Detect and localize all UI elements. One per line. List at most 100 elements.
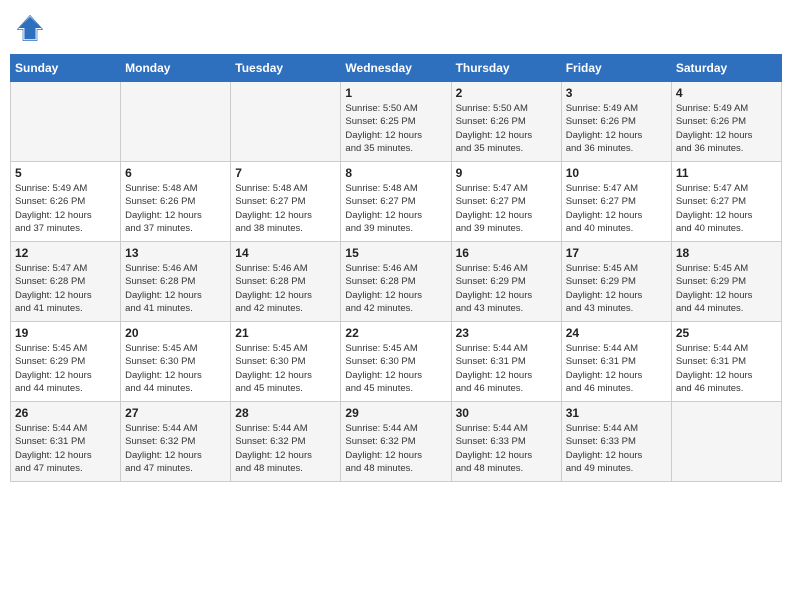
calendar-cell: 26 Sunrise: 5:44 AMSunset: 6:31 PMDayligh… (11, 402, 121, 482)
weekday-header: Tuesday (231, 55, 341, 82)
day-info: Sunrise: 5:45 AMSunset: 6:29 PMDaylight:… (15, 342, 116, 395)
calendar-week-row: 12 Sunrise: 5:47 AMSunset: 6:28 PMDayligh… (11, 242, 782, 322)
calendar-cell: 30Sunrise: 5:44 AMSunset: 6:33 PMDayligh… (451, 402, 561, 482)
day-number: 8 (345, 166, 446, 180)
calendar-cell (231, 82, 341, 162)
weekday-header: Friday (561, 55, 671, 82)
calendar-week-row: 1Sunrise: 5:50 AMSunset: 6:25 PMDaylight… (11, 82, 782, 162)
day-info: Sunrise: 5:46 AMSunset: 6:28 PMDaylight:… (235, 262, 336, 315)
day-number: 11 (676, 166, 777, 180)
day-info: Sunrise: 5:48 AMSunset: 6:26 PMDaylight:… (125, 182, 226, 235)
calendar-cell: 2 Sunrise: 5:50 AMSunset: 6:26 PMDaylight… (451, 82, 561, 162)
calendar-cell: 29 Sunrise: 5:44 AMSunset: 6:32 PMDayligh… (341, 402, 451, 482)
day-number: 24 (566, 326, 667, 340)
calendar-table: SundayMondayTuesdayWednesdayThursdayFrid… (10, 54, 782, 482)
day-number: 17 (566, 246, 667, 260)
page-header (10, 10, 782, 46)
day-number: 20 (125, 326, 226, 340)
day-number: 6 (125, 166, 226, 180)
day-number: 31 (566, 406, 667, 420)
day-info: Sunrise: 5:44 AMSunset: 6:32 PMDaylight:… (345, 422, 446, 475)
calendar-cell: 11 Sunrise: 5:47 AMSunset: 6:27 PMDayligh… (671, 162, 781, 242)
day-number: 1 (345, 86, 446, 100)
day-info: Sunrise: 5:45 AMSunset: 6:30 PMDaylight:… (345, 342, 446, 395)
calendar-cell: 21 Sunrise: 5:45 AMSunset: 6:30 PMDayligh… (231, 322, 341, 402)
day-number: 21 (235, 326, 336, 340)
calendar-cell: 25 Sunrise: 5:44 AMSunset: 6:31 PMDayligh… (671, 322, 781, 402)
day-number: 10 (566, 166, 667, 180)
calendar-cell (11, 82, 121, 162)
weekday-header: Saturday (671, 55, 781, 82)
day-number: 5 (15, 166, 116, 180)
calendar-cell (671, 402, 781, 482)
day-number: 12 (15, 246, 116, 260)
day-number: 19 (15, 326, 116, 340)
day-info: Sunrise: 5:44 AMSunset: 6:33 PMDaylight:… (456, 422, 557, 475)
day-number: 13 (125, 246, 226, 260)
calendar-cell: 27 Sunrise: 5:44 AMSunset: 6:32 PMDayligh… (121, 402, 231, 482)
day-number: 28 (235, 406, 336, 420)
day-info: Sunrise: 5:50 AMSunset: 6:26 PMDaylight:… (456, 102, 557, 155)
calendar-cell: 17 Sunrise: 5:45 AMSunset: 6:29 PMDayligh… (561, 242, 671, 322)
weekday-header: Thursday (451, 55, 561, 82)
day-info: Sunrise: 5:48 AMSunset: 6:27 PMDaylight:… (235, 182, 336, 235)
day-number: 23 (456, 326, 557, 340)
calendar-week-row: 19 Sunrise: 5:45 AMSunset: 6:29 PMDayligh… (11, 322, 782, 402)
day-info: Sunrise: 5:44 AMSunset: 6:31 PMDaylight:… (456, 342, 557, 395)
day-info: Sunrise: 5:44 AMSunset: 6:31 PMDaylight:… (676, 342, 777, 395)
calendar-week-row: 5Sunrise: 5:49 AMSunset: 6:26 PMDaylight… (11, 162, 782, 242)
calendar-week-row: 26 Sunrise: 5:44 AMSunset: 6:31 PMDayligh… (11, 402, 782, 482)
day-info: Sunrise: 5:44 AMSunset: 6:32 PMDaylight:… (125, 422, 226, 475)
calendar-cell (121, 82, 231, 162)
calendar-cell: 22 Sunrise: 5:45 AMSunset: 6:30 PMDayligh… (341, 322, 451, 402)
day-info: Sunrise: 5:47 AMSunset: 6:27 PMDaylight:… (456, 182, 557, 235)
day-info: Sunrise: 5:44 AMSunset: 6:32 PMDaylight:… (235, 422, 336, 475)
day-number: 14 (235, 246, 336, 260)
calendar-cell: 8 Sunrise: 5:48 AMSunset: 6:27 PMDaylight… (341, 162, 451, 242)
day-info: Sunrise: 5:44 AMSunset: 6:31 PMDaylight:… (15, 422, 116, 475)
calendar-cell: 23 Sunrise: 5:44 AMSunset: 6:31 PMDayligh… (451, 322, 561, 402)
day-info: Sunrise: 5:45 AMSunset: 6:30 PMDaylight:… (125, 342, 226, 395)
day-number: 29 (345, 406, 446, 420)
weekday-header: Monday (121, 55, 231, 82)
calendar-cell: 28 Sunrise: 5:44 AMSunset: 6:32 PMDayligh… (231, 402, 341, 482)
day-info: Sunrise: 5:45 AMSunset: 6:29 PMDaylight:… (566, 262, 667, 315)
day-number: 27 (125, 406, 226, 420)
day-info: Sunrise: 5:47 AMSunset: 6:28 PMDaylight:… (15, 262, 116, 315)
calendar-cell: 18Sunrise: 5:45 AMSunset: 6:29 PMDayligh… (671, 242, 781, 322)
calendar-cell: 10 Sunrise: 5:47 AMSunset: 6:27 PMDayligh… (561, 162, 671, 242)
day-number: 16 (456, 246, 557, 260)
calendar-cell: 24 Sunrise: 5:44 AMSunset: 6:31 PMDayligh… (561, 322, 671, 402)
day-info: Sunrise: 5:46 AMSunset: 6:28 PMDaylight:… (345, 262, 446, 315)
day-info: Sunrise: 5:48 AMSunset: 6:27 PMDaylight:… (345, 182, 446, 235)
weekday-header: Sunday (11, 55, 121, 82)
day-info: Sunrise: 5:46 AMSunset: 6:29 PMDaylight:… (456, 262, 557, 315)
calendar-cell: 16 Sunrise: 5:46 AMSunset: 6:29 PMDayligh… (451, 242, 561, 322)
day-info: Sunrise: 5:47 AMSunset: 6:27 PMDaylight:… (566, 182, 667, 235)
calendar-cell: 19 Sunrise: 5:45 AMSunset: 6:29 PMDayligh… (11, 322, 121, 402)
day-info: Sunrise: 5:44 AMSunset: 6:31 PMDaylight:… (566, 342, 667, 395)
day-number: 25 (676, 326, 777, 340)
calendar-cell: 4Sunrise: 5:49 AMSunset: 6:26 PMDaylight… (671, 82, 781, 162)
day-info: Sunrise: 5:47 AMSunset: 6:27 PMDaylight:… (676, 182, 777, 235)
calendar-cell: 3Sunrise: 5:49 AMSunset: 6:26 PMDaylight… (561, 82, 671, 162)
day-number: 26 (15, 406, 116, 420)
calendar-cell: 7 Sunrise: 5:48 AMSunset: 6:27 PMDaylight… (231, 162, 341, 242)
logo (16, 14, 48, 42)
calendar-cell: 12 Sunrise: 5:47 AMSunset: 6:28 PMDayligh… (11, 242, 121, 322)
calendar-cell: 15Sunrise: 5:46 AMSunset: 6:28 PMDayligh… (341, 242, 451, 322)
day-info: Sunrise: 5:45 AMSunset: 6:30 PMDaylight:… (235, 342, 336, 395)
day-number: 9 (456, 166, 557, 180)
calendar-cell: 13 Sunrise: 5:46 AMSunset: 6:28 PMDayligh… (121, 242, 231, 322)
day-info: Sunrise: 5:46 AMSunset: 6:28 PMDaylight:… (125, 262, 226, 315)
day-number: 2 (456, 86, 557, 100)
day-info: Sunrise: 5:44 AMSunset: 6:33 PMDaylight:… (566, 422, 667, 475)
day-number: 7 (235, 166, 336, 180)
day-number: 3 (566, 86, 667, 100)
day-number: 4 (676, 86, 777, 100)
calendar-cell: 14 Sunrise: 5:46 AMSunset: 6:28 PMDayligh… (231, 242, 341, 322)
calendar-cell: 31 Sunrise: 5:44 AMSunset: 6:33 PMDayligh… (561, 402, 671, 482)
calendar-cell: 6 Sunrise: 5:48 AMSunset: 6:26 PMDaylight… (121, 162, 231, 242)
day-number: 22 (345, 326, 446, 340)
day-number: 18 (676, 246, 777, 260)
